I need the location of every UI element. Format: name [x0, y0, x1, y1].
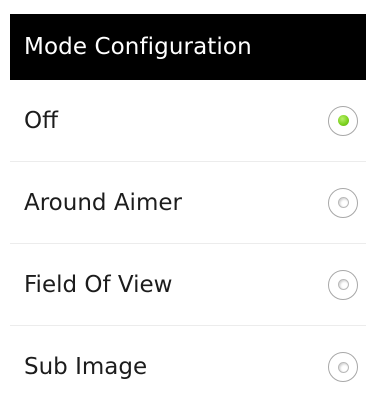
radio-dot-icon [337, 197, 349, 208]
dialog-title: Mode Configuration [24, 34, 252, 60]
radio-dot-icon [337, 361, 349, 373]
option-field-of-view[interactable]: Field Of View [10, 244, 366, 326]
radio-button-icon[interactable] [328, 269, 358, 300]
option-off[interactable]: Off [10, 80, 366, 162]
option-label: Off [24, 107, 58, 134]
radio-button-icon[interactable] [328, 352, 358, 382]
option-label: Around Aimer [24, 189, 182, 216]
option-label: Sub Image [24, 354, 148, 380]
radio-dot-icon [337, 279, 349, 290]
mode-configuration-dialog: Mode Configuration Off Around Aimer Fiel… [10, 14, 366, 397]
radio-button-icon[interactable] [328, 187, 358, 218]
radio-button-icon[interactable] [328, 105, 358, 136]
mode-option-list: Off Around Aimer Field Of View Sub Image [10, 80, 366, 408]
option-label: Field Of View [24, 271, 173, 298]
option-sub-image[interactable]: Sub Image [10, 326, 366, 408]
option-around-aimer[interactable]: Around Aimer [10, 162, 366, 244]
radio-dot-icon [337, 115, 349, 126]
dialog-title-bar: Mode Configuration [10, 14, 366, 80]
